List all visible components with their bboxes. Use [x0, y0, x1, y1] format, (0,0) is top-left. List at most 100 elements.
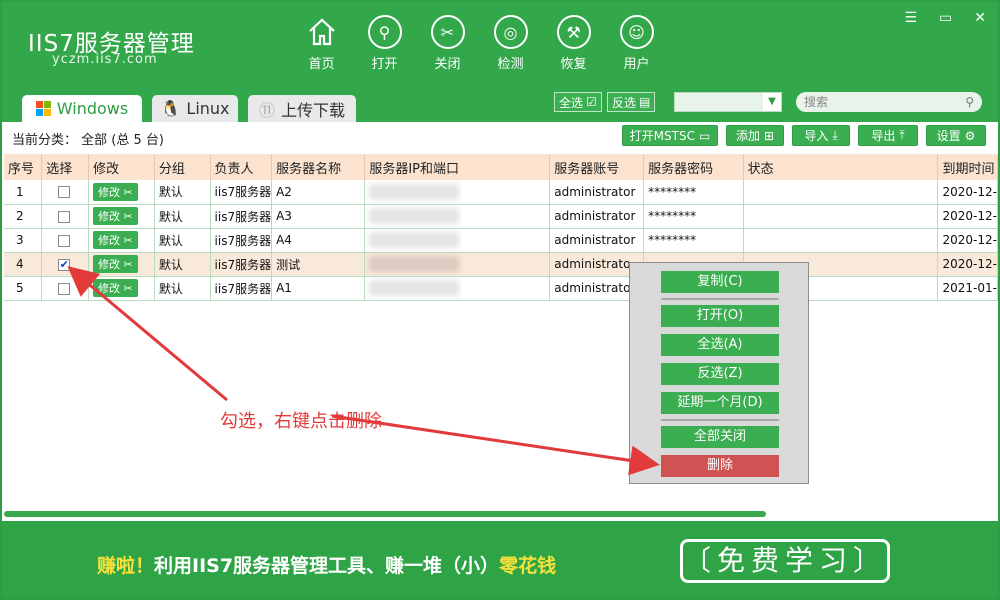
edit-label: 修改 [98, 234, 121, 247]
app-website: yczm.iis7.com [52, 52, 158, 67]
open-mstsc-button[interactable]: 打开MSTSC ▭ [622, 125, 718, 146]
add-button[interactable]: 添加 ⊞ [726, 125, 784, 146]
server-name-cell: 测试 [271, 252, 366, 277]
open-mstsc-label: 打开MSTSC [629, 129, 695, 143]
table-row[interactable]: 1 修改 ✂ 默认 iis7服务器 A2 administrator *****… [4, 180, 998, 205]
expiry-cell: 2021-01- [937, 276, 998, 301]
invert-icon: ▤ [639, 95, 651, 109]
col-header: 状态 [743, 154, 939, 180]
account-cell: administrator [549, 204, 645, 229]
link-icon: ⚲ [367, 15, 402, 49]
row-checkbox-checked[interactable]: ✔ [41, 252, 90, 277]
nav-label: 关闭 [434, 57, 461, 72]
search-icon: ⚲ [965, 95, 974, 109]
col-header: 序号 [4, 154, 43, 180]
download-icon: ⤓ [832, 128, 838, 142]
edit-button[interactable]: 修改 ✂ [88, 252, 155, 277]
horizontal-scrollbar[interactable] [4, 511, 766, 517]
main-nav: 首页 ⚲ 打开 ✂ 关闭 ◎ 检测 ⚒ 恢复 ☺ 用户 [290, 12, 668, 72]
nav-close[interactable]: ✂ 关闭 [416, 12, 479, 72]
linux-icon: 🐧 [160, 99, 181, 118]
category-label: 当前分类： 全部 (总 5 台) [12, 133, 164, 148]
menu-item-close-all[interactable]: 全部关闭 [661, 426, 779, 448]
tab-transfer[interactable]: ⑪ 上传下载 [248, 95, 356, 122]
edit-button[interactable]: 修改 ✂ [88, 204, 155, 229]
nav-label: 首页 [308, 57, 335, 72]
close-icon[interactable]: ✕ [974, 10, 986, 26]
free-learning-button[interactable]: 〔免费学习〕 [680, 539, 890, 583]
menu-icon[interactable]: ☰ [904, 10, 917, 26]
promo-highlight: 赚啦！ [97, 555, 155, 577]
col-header: 服务器IP和端口 [364, 154, 551, 180]
row-checkbox[interactable] [41, 276, 90, 301]
settings-button[interactable]: 设置 ⚙ [926, 125, 986, 146]
window-controls: ☰ ▭ ✕ [904, 10, 986, 26]
password-cell: ******** [643, 204, 744, 229]
tab-label: Linux [186, 99, 230, 118]
owner-cell: iis7服务器 [210, 276, 273, 301]
edit-button[interactable]: 修改 ✂ [88, 276, 155, 301]
menu-item-open[interactable]: 打开(O) [661, 305, 779, 327]
table-row-selected[interactable]: 4 ✔ 修改 ✂ 默认 iis7服务器 测试 administrato 2020… [4, 252, 998, 277]
minimize-icon[interactable]: ▭ [939, 10, 952, 26]
menu-item-invert[interactable]: 反选(Z) [661, 363, 779, 385]
unlink-icon: ✂ [430, 15, 465, 49]
edit-button[interactable]: 修改 ✂ [88, 228, 155, 253]
row-checkbox[interactable] [41, 180, 90, 205]
export-label: 导出 [871, 129, 896, 143]
checkbox-icon: ☑ [586, 95, 597, 109]
search-placeholder: 搜索 [804, 95, 829, 109]
owner-cell: iis7服务器 [210, 252, 273, 277]
status-cell [743, 228, 939, 253]
row-checkbox[interactable] [41, 204, 90, 229]
server-name-cell: A4 [271, 228, 366, 253]
menu-item-extend-month[interactable]: 延期一个月(D) [661, 392, 779, 414]
col-header: 服务器密码 [643, 154, 744, 180]
user-icon: ☺ [619, 15, 654, 49]
invert-selection-button[interactable]: 反选 ▤ [607, 92, 656, 112]
nav-home[interactable]: 首页 [290, 12, 353, 72]
menu-item-delete[interactable]: 删除 [661, 455, 779, 477]
search-input[interactable]: 搜索 ⚲ [796, 92, 982, 112]
table-row[interactable]: 5 修改 ✂ 默认 iis7服务器 A1 administrato 2021-0… [4, 276, 998, 301]
col-header: 服务器名称 [271, 154, 366, 180]
menu-item-copy[interactable]: 复制(C) [661, 271, 779, 293]
nav-restore[interactable]: ⚒ 恢复 [542, 12, 605, 72]
import-button[interactable]: 导入 ⤓ [792, 125, 850, 146]
nav-user[interactable]: ☺ 用户 [605, 12, 668, 72]
nav-label: 打开 [371, 57, 398, 72]
expiry-cell: 2020-12- [937, 204, 998, 229]
table-row[interactable]: 3 修改 ✂ 默认 iis7服务器 A4 administrator *****… [4, 228, 998, 253]
gear-icon: ⚙ [964, 128, 976, 143]
server-name-cell: A3 [271, 204, 366, 229]
table-header: 序号 选择 修改 分组 负责人 服务器名称 服务器IP和端口 服务器账号 服务器… [4, 154, 998, 180]
menu-item-select-all[interactable]: 全选(A) [661, 334, 779, 356]
edit-button[interactable]: 修改 ✂ [88, 180, 155, 205]
settings-label: 设置 [936, 129, 961, 143]
col-header: 选择 [41, 154, 90, 180]
select-all-label: 全选 [559, 95, 584, 110]
row-number: 4 [4, 252, 43, 277]
group-cell: 默认 [154, 228, 211, 253]
tab-windows[interactable]: Windows [22, 95, 142, 122]
table-row[interactable]: 2 修改 ✂ 默认 iis7服务器 A3 administrator *****… [4, 204, 998, 229]
tab-linux[interactable]: 🐧 Linux [152, 95, 238, 122]
expiry-cell: 2020-12- [937, 228, 998, 253]
row-checkbox[interactable] [41, 228, 90, 253]
header-bar: IIS7服务器管理 yczm.iis7.com 首页 ⚲ 打开 ✂ 关闭 ◎ 检… [2, 2, 998, 90]
status-cell [743, 180, 939, 205]
nav-detect[interactable]: ◎ 检测 [479, 12, 542, 72]
nav-open[interactable]: ⚲ 打开 [353, 12, 416, 72]
group-dropdown[interactable]: ▼ [674, 92, 782, 112]
edit-label: 修改 [98, 282, 121, 295]
import-label: 导入 [804, 129, 829, 143]
transfer-icon: ⑪ [258, 100, 275, 120]
export-button[interactable]: 导出 ⤒ [858, 125, 918, 146]
owner-cell: iis7服务器 [210, 228, 273, 253]
owner-cell: iis7服务器 [210, 180, 273, 205]
edit-label: 修改 [98, 210, 121, 223]
server-name-cell: A1 [271, 276, 366, 301]
server-ip-cell [364, 180, 551, 205]
select-all-button[interactable]: 全选 ☑ [554, 92, 602, 112]
invert-label: 反选 [612, 95, 637, 110]
